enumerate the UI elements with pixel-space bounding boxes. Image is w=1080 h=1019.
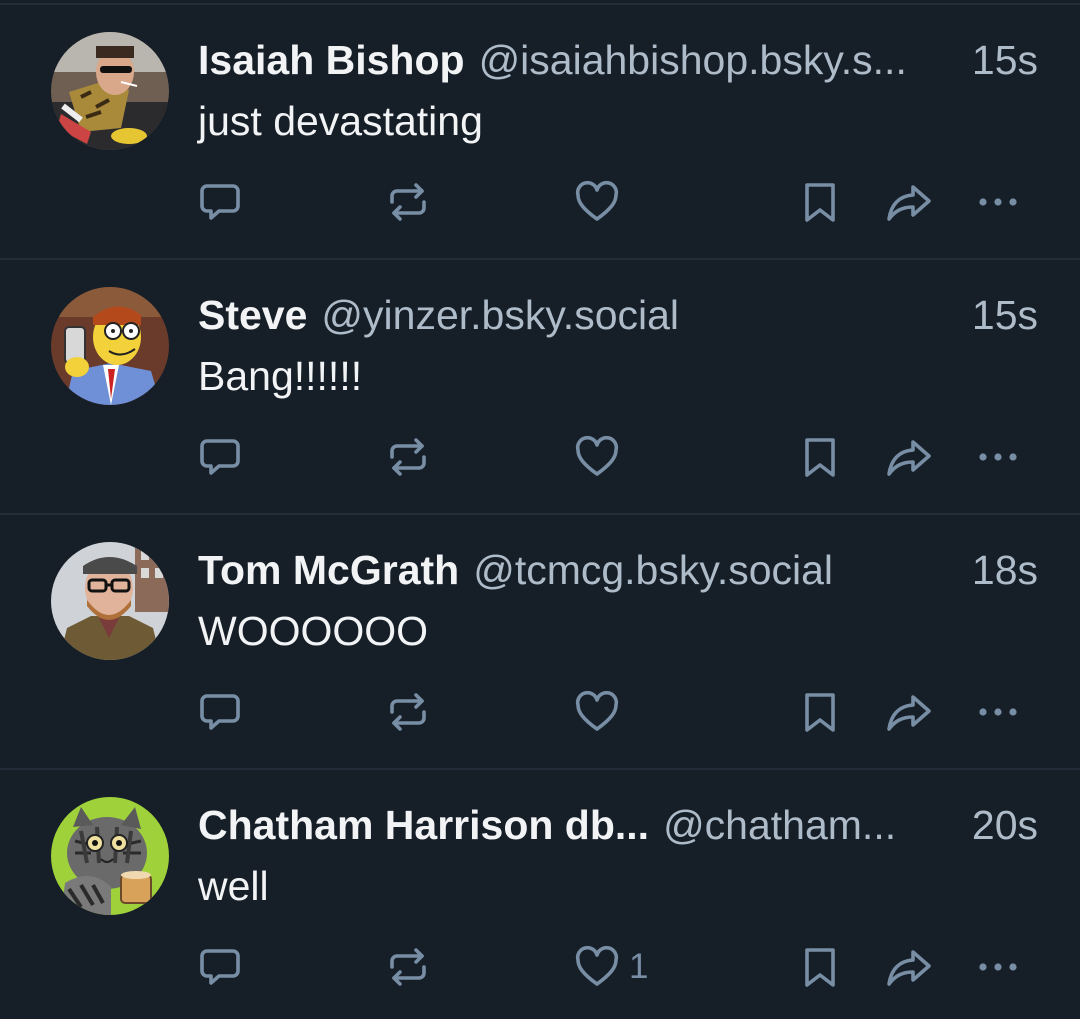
reply-icon	[200, 694, 240, 730]
display-name[interactable]: Isaiah Bishop	[198, 34, 465, 86]
more-icon	[979, 708, 1017, 716]
post-header: Isaiah Bishop @isaiahbishop.bsky.s... 15…	[198, 34, 1038, 86]
avatar[interactable]	[51, 797, 169, 915]
repost-button[interactable]	[384, 940, 432, 994]
share-button[interactable]	[884, 175, 934, 229]
post-item[interactable]: Isaiah Bishop @isaiahbishop.bsky.s... 15…	[0, 3, 1080, 257]
bookmark-button[interactable]	[796, 175, 844, 229]
post-header: Steve @yinzer.bsky.social 15s	[198, 289, 1038, 341]
more-button[interactable]	[974, 175, 1022, 229]
bookmark-icon	[805, 693, 835, 732]
handle[interactable]: @yinzer.bsky.social	[321, 289, 679, 341]
bookmark-icon	[805, 948, 835, 987]
display-name[interactable]: Chatham Harrison db...	[198, 799, 649, 851]
share-icon	[887, 185, 931, 221]
post-text: just devastating	[198, 98, 483, 144]
like-button[interactable]	[573, 175, 629, 229]
repost-button[interactable]	[384, 685, 432, 739]
handle[interactable]: @tcmcg.bsky.social	[473, 544, 833, 596]
reply-button[interactable]	[196, 940, 244, 994]
reply-icon	[200, 439, 240, 475]
avatar-image	[51, 287, 169, 405]
timestamp[interactable]: 15s	[972, 289, 1038, 341]
bookmark-button[interactable]	[796, 430, 844, 484]
like-button[interactable]: 1	[573, 940, 648, 994]
avatar-image	[51, 32, 169, 150]
post-header: Tom McGrath @tcmcg.bsky.social 18s	[198, 544, 1038, 596]
bookmark-button[interactable]	[796, 685, 844, 739]
repost-icon	[390, 693, 426, 731]
share-icon	[887, 440, 931, 476]
more-button[interactable]	[974, 430, 1022, 484]
reply-button[interactable]	[196, 430, 244, 484]
like-button[interactable]	[573, 430, 629, 484]
like-button[interactable]	[573, 685, 629, 739]
repost-icon	[390, 183, 426, 221]
timestamp[interactable]: 15s	[972, 34, 1038, 86]
reply-icon	[200, 184, 240, 220]
timestamp[interactable]: 20s	[972, 799, 1038, 851]
timestamp[interactable]: 18s	[972, 544, 1038, 596]
post-actions: 1	[0, 940, 1080, 994]
more-button[interactable]	[974, 940, 1022, 994]
avatar[interactable]	[51, 287, 169, 405]
handle[interactable]: @isaiahbishop.bsky.s...	[479, 34, 907, 86]
bookmark-button[interactable]	[796, 940, 844, 994]
post-actions	[0, 430, 1080, 484]
heart-icon	[575, 945, 619, 986]
repost-button[interactable]	[384, 430, 432, 484]
post-text: WOOOOOO	[198, 608, 429, 654]
reply-icon	[200, 949, 240, 985]
more-icon	[979, 453, 1017, 461]
like-count: 1	[629, 947, 649, 986]
post-actions	[0, 685, 1080, 739]
repost-icon	[390, 438, 426, 476]
share-button[interactable]	[884, 940, 934, 994]
display-name[interactable]: Tom McGrath	[198, 544, 459, 596]
post-item[interactable]: Tom McGrath @tcmcg.bsky.social 18s WOOOO…	[0, 513, 1080, 767]
post-feed: Isaiah Bishop @isaiahbishop.bsky.s... 15…	[0, 0, 1080, 1019]
post-item[interactable]: Steve @yinzer.bsky.social 15s Bang!!!!!!	[0, 258, 1080, 512]
post-actions	[0, 175, 1080, 229]
more-icon	[979, 963, 1017, 971]
heart-icon	[575, 690, 619, 731]
bookmark-icon	[805, 438, 835, 477]
more-button[interactable]	[974, 685, 1022, 739]
reply-button[interactable]	[196, 175, 244, 229]
repost-button[interactable]	[384, 175, 432, 229]
handle[interactable]: @chatham...	[663, 799, 896, 851]
heart-icon	[575, 180, 619, 221]
post-text: well	[198, 863, 269, 909]
share-icon	[887, 695, 931, 731]
bookmark-icon	[805, 183, 835, 222]
avatar-image	[51, 542, 169, 660]
more-icon	[979, 198, 1017, 206]
post-text: Bang!!!!!!	[198, 353, 363, 399]
share-icon	[887, 950, 931, 986]
avatar-image	[51, 797, 169, 915]
share-button[interactable]	[884, 430, 934, 484]
avatar[interactable]	[51, 542, 169, 660]
share-button[interactable]	[884, 685, 934, 739]
repost-icon	[390, 948, 426, 986]
post-header: Chatham Harrison db... @chatham... 20s	[198, 799, 1038, 851]
heart-icon	[575, 435, 619, 476]
display-name[interactable]: Steve	[198, 289, 307, 341]
avatar[interactable]	[51, 32, 169, 150]
reply-button[interactable]	[196, 685, 244, 739]
post-item[interactable]: Chatham Harrison db... @chatham... 20s w…	[0, 768, 1080, 1019]
